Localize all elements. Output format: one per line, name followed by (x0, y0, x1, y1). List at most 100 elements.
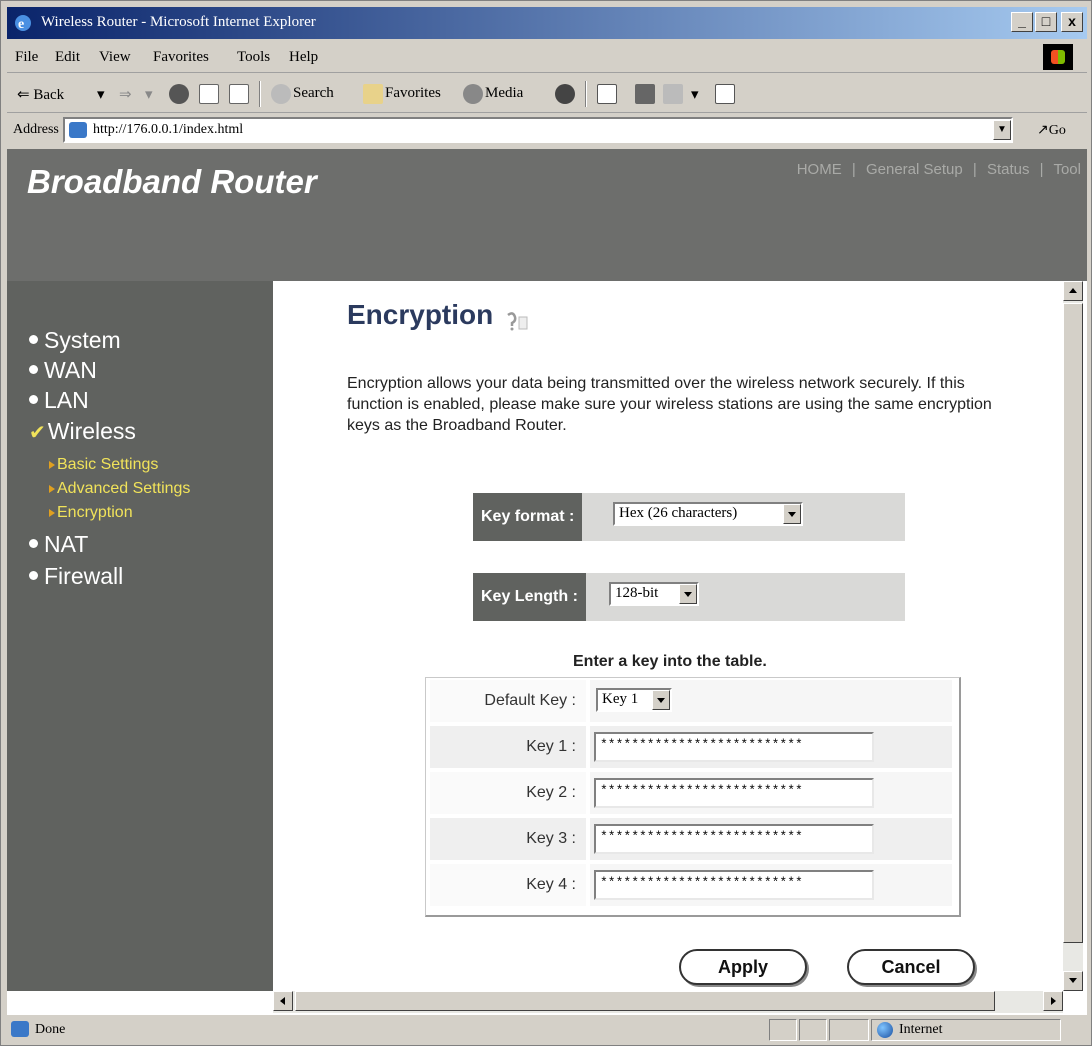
refresh-icon[interactable] (199, 84, 219, 104)
status-bar: Done Internet (7, 1017, 1087, 1043)
back-button[interactable]: ⇐ Back (17, 85, 64, 104)
sidebar-item-firewall[interactable]: Firewall (29, 563, 123, 590)
edit-icon[interactable] (663, 84, 683, 104)
scroll-thumb[interactable] (295, 991, 995, 1011)
nav-home[interactable]: HOME (797, 161, 842, 178)
address-bar: Address http://176.0.0.1/index.html ▼ ↗G… (7, 115, 1087, 147)
key-1-cell: ************************** (590, 726, 952, 768)
forward-button[interactable]: ⇒ (119, 85, 132, 104)
stop-icon[interactable] (169, 84, 189, 104)
home-icon[interactable] (229, 84, 249, 104)
search-icon (271, 84, 291, 104)
apply-button[interactable]: Apply (679, 949, 807, 985)
favorites-icon (363, 84, 383, 104)
main-content: Encryption Encryption allows your data b… (273, 281, 1063, 991)
bullet-icon (29, 571, 38, 581)
key-4-input[interactable]: ************************** (594, 870, 874, 900)
history-icon[interactable] (555, 84, 575, 104)
key-length-select[interactable]: 128-bit (609, 582, 699, 606)
scroll-down-icon[interactable] (1063, 971, 1083, 991)
arrow-right-icon (49, 485, 55, 493)
close-button[interactable]: x (1061, 12, 1083, 32)
menu-view[interactable]: View (99, 49, 131, 66)
key-format-label: Key format : (473, 493, 583, 541)
go-arrow-icon: ↗ (1037, 123, 1049, 138)
key-table-caption: Enter a key into the table. (573, 653, 767, 670)
media-button[interactable]: Media (485, 85, 523, 102)
sidebar-item-lan[interactable]: LAN (29, 387, 89, 414)
favorites-button[interactable]: Favorites (385, 85, 441, 102)
print-icon[interactable] (635, 84, 655, 104)
address-url[interactable]: http://176.0.0.1/index.html (93, 122, 243, 138)
nav-separator: | (972, 161, 977, 178)
top-nav: HOME | General Setup | Status | Tool (797, 161, 1081, 178)
sidebar-item-label: LAN (44, 387, 89, 413)
nav-status[interactable]: Status (987, 161, 1030, 178)
default-key-value: Key 1 (602, 691, 639, 707)
key-3-cell: ************************** (590, 818, 952, 860)
default-key-row: Default Key : Key 1 (430, 680, 952, 724)
scroll-thumb[interactable] (1063, 303, 1083, 943)
menu-favorites[interactable]: Favorites (153, 49, 209, 66)
default-key-cell: Key 1 (590, 680, 952, 722)
menu-edit[interactable]: Edit (55, 49, 80, 66)
horizontal-scrollbar[interactable] (273, 991, 1063, 1013)
search-button[interactable]: Search (293, 85, 334, 102)
chevron-down-icon[interactable] (783, 504, 801, 524)
address-dropdown-icon[interactable]: ▼ (993, 120, 1011, 140)
sidebar-item-nat[interactable]: NAT (29, 531, 88, 558)
key-table: Default Key : Key 1 Key 1 : ************… (425, 677, 961, 917)
minimize-button[interactable]: _ (1011, 12, 1033, 32)
go-label: Go (1048, 123, 1066, 138)
key-2-input[interactable]: ************************** (594, 778, 874, 808)
key-format-row: Key format : Hex (26 characters) (473, 493, 905, 541)
vertical-scrollbar[interactable] (1063, 281, 1083, 991)
status-panel (829, 1019, 869, 1041)
status-text: Done (35, 1022, 66, 1037)
bullet-icon (29, 335, 38, 345)
go-button[interactable]: ↗Go (1037, 122, 1066, 139)
cancel-button[interactable]: Cancel (847, 949, 975, 985)
scroll-up-icon[interactable] (1063, 281, 1083, 301)
menu-file[interactable]: File (15, 49, 38, 66)
bullet-icon (29, 539, 38, 549)
security-zone: Internet (899, 1022, 943, 1037)
back-dropdown-icon[interactable]: ▾ (97, 85, 105, 104)
svg-text:e: e (18, 17, 24, 32)
nav-tool[interactable]: Tool (1053, 161, 1081, 178)
windows-logo-icon (1043, 44, 1073, 70)
menu-help[interactable]: Help (289, 49, 318, 66)
key-3-input[interactable]: ************************** (594, 824, 874, 854)
nav-general-setup[interactable]: General Setup (866, 161, 963, 178)
default-key-select[interactable]: Key 1 (596, 688, 672, 712)
discuss-icon[interactable] (715, 84, 735, 104)
key-length-row: Key Length : 128-bit (473, 573, 905, 621)
scroll-left-icon[interactable] (273, 991, 293, 1011)
bullet-icon (29, 395, 38, 405)
table-row: Key 4 : ************************** (430, 864, 952, 908)
key-1-input[interactable]: ************************** (594, 732, 874, 762)
sidebar-subitem-encryption[interactable]: Encryption (49, 504, 133, 522)
edit-dropdown-icon[interactable]: ▾ (691, 85, 699, 104)
chevron-down-icon[interactable] (652, 690, 670, 710)
key-4-label: Key 4 : (430, 864, 586, 906)
help-icon[interactable] (505, 311, 531, 331)
address-input[interactable]: http://176.0.0.1/index.html ▼ (63, 117, 1013, 143)
table-row: Key 1 : ************************** (430, 726, 952, 770)
key-format-select[interactable]: Hex (26 characters) (613, 502, 803, 526)
key-format-value: Hex (26 characters) (619, 505, 738, 521)
sidebar-subitem-advanced-settings[interactable]: Advanced Settings (49, 480, 190, 498)
sidebar: System WAN LAN ✔Wireless Basic Settings … (7, 281, 273, 991)
menu-tools[interactable]: Tools (237, 49, 270, 66)
sidebar-item-wireless[interactable]: ✔Wireless (29, 418, 136, 445)
nav-separator: | (851, 161, 856, 178)
forward-dropdown-icon[interactable]: ▾ (145, 85, 153, 104)
sidebar-item-wan[interactable]: WAN (29, 357, 97, 384)
maximize-button[interactable]: □ (1035, 12, 1057, 32)
scroll-right-icon[interactable] (1043, 991, 1063, 1011)
mail-icon[interactable] (597, 84, 617, 104)
sidebar-item-system[interactable]: System (29, 327, 121, 354)
sidebar-subitem-basic-settings[interactable]: Basic Settings (49, 456, 158, 474)
title-bar: e Wireless Router - Microsoft Internet E… (7, 7, 1087, 39)
chevron-down-icon[interactable] (679, 584, 697, 604)
